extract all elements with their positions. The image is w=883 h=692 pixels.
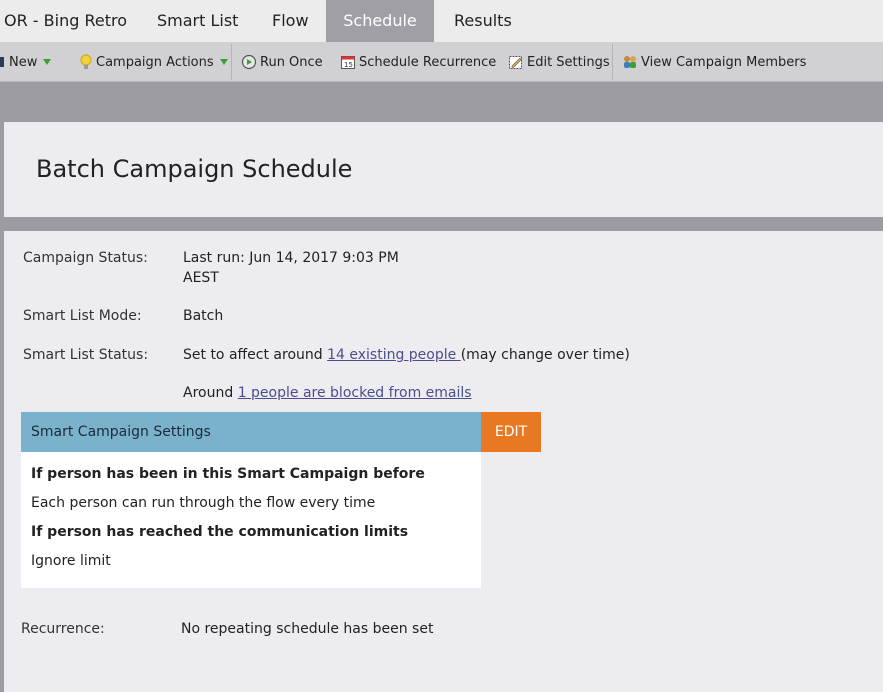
blocked-emails-value: Around 1 people are blocked from emails: [183, 383, 472, 403]
campaign-actions-button[interactable]: Campaign Actions: [79, 42, 228, 82]
smart-list-mode-value: Batch: [183, 308, 224, 324]
smart-campaign-settings-body: If person has been in this Smart Campaig…: [21, 452, 481, 588]
existing-people-link[interactable]: 14 existing people: [327, 347, 461, 363]
campaign-status-value: Last run: Jun 14, 2017 9:03 PM AEST: [183, 248, 399, 288]
edit-settings-button[interactable]: Edit Settings: [508, 42, 610, 82]
schedule-recurrence-label: Schedule Recurrence: [359, 54, 497, 70]
people-icon: [622, 54, 638, 70]
chevron-down-icon: [43, 59, 52, 65]
toolbar: New Campaign Actions Run Once 15 Schedul…: [0, 42, 883, 82]
smart-campaign-settings-header: Smart Campaign Settings: [21, 412, 481, 452]
page-title: Batch Campaign Schedule: [36, 155, 353, 183]
last-run-timezone: AEST: [183, 270, 219, 286]
tab-bar: OR - Bing Retro Smart List Flow Schedule…: [0, 0, 883, 42]
tab-smart-list[interactable]: Smart List: [157, 0, 238, 42]
run-icon: [241, 54, 257, 70]
lightbulb-icon: [79, 54, 93, 70]
tab-results[interactable]: Results: [454, 0, 512, 42]
recurrence-value: No repeating schedule has been set: [181, 621, 434, 637]
blocked-prefix: Around: [183, 385, 238, 401]
svg-text:15: 15: [344, 61, 353, 69]
smart-list-status-value: Set to affect around 14 existing people …: [183, 345, 630, 365]
chevron-down-icon: [219, 59, 228, 65]
run-once-button[interactable]: Run Once: [241, 42, 323, 82]
campaign-status-label: Campaign Status:: [23, 250, 148, 266]
toolbar-divider: [231, 44, 232, 80]
schedule-recurrence-button[interactable]: 15 Schedule Recurrence: [340, 42, 496, 82]
recurrence-label: Recurrence:: [21, 621, 105, 637]
campaign-actions-label: Campaign Actions: [96, 54, 214, 70]
toolbar-divider: [612, 44, 613, 80]
smart-list-mode-label: Smart List Mode:: [23, 308, 142, 324]
new-label: New: [9, 54, 38, 70]
edit-settings-label: Edit Settings: [527, 54, 610, 70]
setting-answer-prior-run: Each person can run through the flow eve…: [31, 495, 376, 511]
title-panel: Batch Campaign Schedule: [4, 122, 883, 217]
last-run-text: Last run: Jun 14, 2017 9:03 PM: [183, 250, 399, 266]
calendar-icon: 15: [340, 54, 356, 70]
setting-question-prior-run: If person has been in this Smart Campaig…: [31, 466, 425, 482]
affect-prefix: Set to affect around: [183, 347, 328, 363]
setting-question-communication-limits: If person has reached the communication …: [31, 524, 409, 540]
schedule-content: Campaign Status: Last run: Jun 14, 2017 …: [4, 231, 883, 692]
view-campaign-members-label: View Campaign Members: [641, 54, 807, 70]
view-campaign-members-button[interactable]: View Campaign Members: [622, 42, 806, 82]
tab-schedule[interactable]: Schedule: [326, 0, 434, 42]
affect-suffix: (may change over time): [460, 347, 630, 363]
edit-icon: [508, 54, 524, 70]
tab-program-name[interactable]: OR - Bing Retro: [4, 0, 127, 42]
new-icon: [0, 54, 6, 70]
tab-flow[interactable]: Flow: [272, 0, 309, 42]
run-once-label: Run Once: [260, 54, 323, 70]
blocked-people-link[interactable]: 1 people are blocked from emails: [238, 385, 472, 401]
smart-list-status-label: Smart List Status:: [23, 347, 149, 363]
new-button[interactable]: New: [0, 42, 52, 82]
edit-button[interactable]: EDIT: [481, 412, 541, 452]
setting-answer-communication-limits: Ignore limit: [31, 553, 111, 569]
